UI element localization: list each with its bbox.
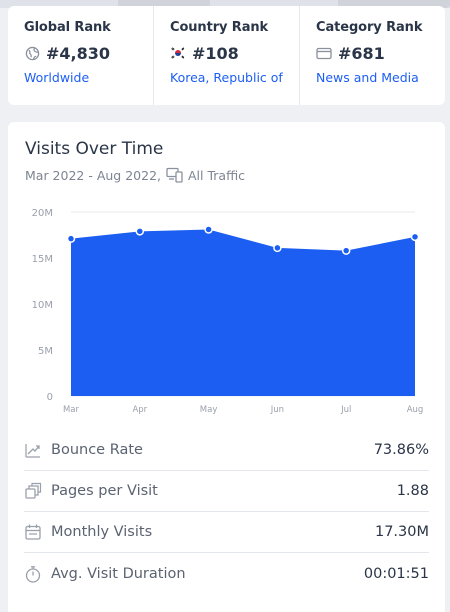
metric-row-monthly-visits: Monthly Visits 17.30M <box>24 512 429 553</box>
metric-value: 00:01:51 <box>363 565 429 582</box>
category-rank-link[interactable]: News and Media <box>316 70 445 85</box>
date-range: Mar 2022 - Aug 2022, <box>25 167 161 183</box>
data-point <box>135 227 145 236</box>
y-tick-label: 15M <box>32 254 53 265</box>
metric-value: 1.88 <box>396 483 429 499</box>
x-tick-label: Jun <box>270 405 284 415</box>
category-rank-value: #681 <box>338 43 385 63</box>
category-card-icon <box>316 45 332 61</box>
rank-card: Global Rank #4,830 Worldwide Country Ran… <box>8 6 445 105</box>
y-tick-label: 10M <box>32 300 53 311</box>
x-tick-label: Mar <box>63 405 80 415</box>
global-rank-value: #4,830 <box>46 43 111 63</box>
devices-icon <box>166 167 184 183</box>
global-rank-cell: Global Rank #4,830 Worldwide <box>8 6 153 105</box>
metric-row-pages-per-visit: Pages per Visit 1.88 <box>24 471 429 512</box>
country-rank-cell: Country Rank #108 Korea, Republic of <box>153 6 299 105</box>
global-rank-title: Global Rank <box>24 20 111 35</box>
x-tick-label: May <box>200 405 218 415</box>
x-tick-label: Aug <box>407 405 424 415</box>
calendar-icon <box>24 523 42 541</box>
country-rank-title: Country Rank <box>170 20 269 35</box>
global-rank-link[interactable]: Worldwide <box>24 70 153 85</box>
metric-row-avg-visit-duration: Avg. Visit Duration 00:01:51 <box>24 553 429 594</box>
x-tick-label: Jul <box>340 405 351 415</box>
metric-label: Bounce Rate <box>51 442 143 458</box>
x-tick-label: Apr <box>132 405 147 415</box>
bounce-rate-icon <box>24 441 42 459</box>
pages-icon <box>24 482 42 500</box>
metric-value: 17.30M <box>374 524 429 540</box>
traffic-type: All Traffic <box>188 167 246 183</box>
y-tick-label: 0 <box>47 392 53 403</box>
metric-label: Monthly Visits <box>51 524 153 540</box>
stopwatch-icon <box>24 565 42 583</box>
metrics-list: Bounce Rate 73.86% Pages per Visit 1.88 <box>24 430 429 594</box>
korea-flag-icon <box>170 45 186 61</box>
y-tick-label: 5M <box>38 346 53 357</box>
y-tick-label: 20M <box>32 208 53 219</box>
category-rank-title: Category Rank <box>316 20 423 35</box>
country-rank-link[interactable]: Korea, Republic of <box>170 70 299 85</box>
visits-title: Visits Over Time <box>25 139 164 159</box>
data-point <box>66 234 76 243</box>
data-point <box>204 225 213 234</box>
visits-card: Visits Over Time Mar 2022 - Aug 2022, Al… <box>8 122 445 612</box>
globe-icon <box>24 45 40 61</box>
visits-subtitle: Mar 2022 - Aug 2022, All Traffic <box>25 167 245 183</box>
metric-label: Pages per Visit <box>51 483 158 499</box>
data-point <box>410 232 420 242</box>
data-point <box>341 246 351 255</box>
country-rank-value: #108 <box>192 43 239 63</box>
category-rank-cell: Category Rank #681 News and Media <box>299 6 445 105</box>
data-point <box>273 243 282 253</box>
visits-area <box>71 229 415 396</box>
metric-row-bounce-rate: Bounce Rate 73.86% <box>24 430 429 471</box>
metric-value: 73.86% <box>373 442 429 458</box>
visits-chart: 0 5M 10M 15M 20M Mar Apr May Jun Jul Aug <box>32 208 424 415</box>
metric-label: Avg. Visit Duration <box>51 565 186 582</box>
